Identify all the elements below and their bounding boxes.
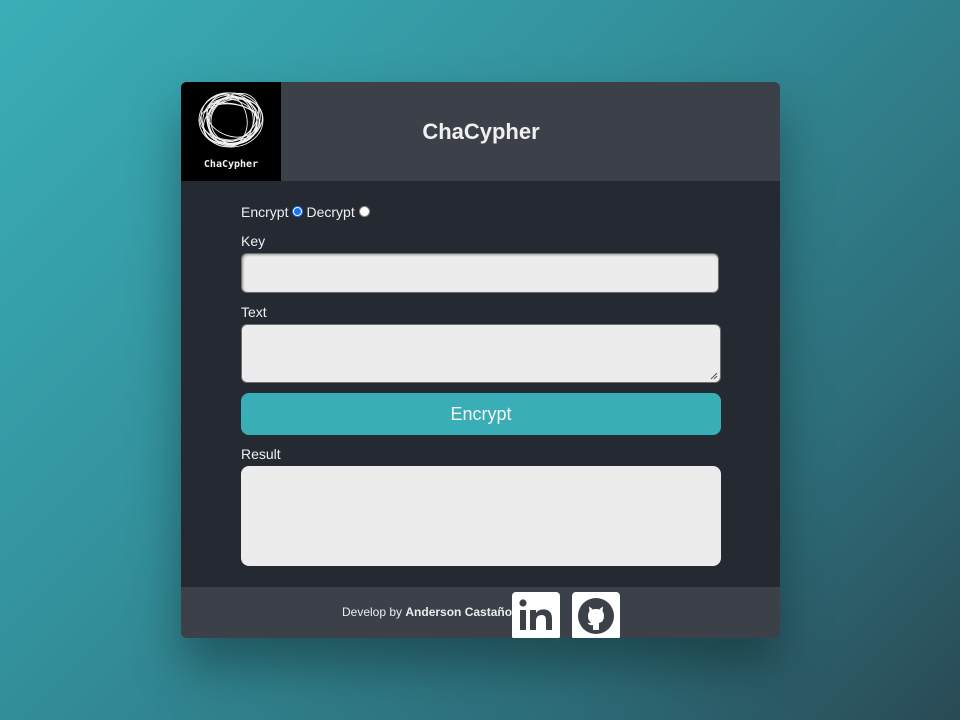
decrypt-radio-label[interactable]: Decrypt (306, 202, 354, 222)
key-label: Key (241, 233, 266, 249)
mode-selector: Encrypt Decrypt (241, 202, 721, 222)
key-input[interactable] (241, 253, 719, 293)
github-link[interactable] (572, 592, 620, 638)
author-name: Anderson Castaño (405, 605, 513, 619)
footer: Develop by Anderson Castaño (181, 587, 780, 638)
credit-prefix: Develop by (342, 605, 406, 619)
app-logo: ChaCypher (181, 82, 281, 181)
cipher-form: Encrypt Decrypt Key Text Encrypt Result (241, 202, 721, 566)
encrypt-radio[interactable] (292, 205, 304, 217)
result-output[interactable] (241, 466, 721, 566)
developer-credit: Develop by Anderson Castaño (342, 587, 512, 638)
encrypt-radio-label[interactable]: Encrypt (241, 202, 288, 222)
scribble-logo-icon (198, 92, 264, 148)
result-label: Result (241, 446, 281, 462)
app-card: ChaCypher ChaCypher Encrypt Decrypt Key … (181, 82, 780, 638)
app-title: ChaCypher (422, 119, 540, 144)
text-label: Text (241, 304, 267, 320)
text-input[interactable] (241, 324, 721, 383)
linkedin-link[interactable] (512, 592, 560, 638)
linkedin-icon (519, 599, 552, 630)
app-header: ChaCypher ChaCypher (181, 82, 780, 181)
resize-grip-icon[interactable] (710, 372, 718, 380)
github-icon (578, 598, 614, 634)
logo-text: ChaCypher (203, 159, 259, 170)
encrypt-button[interactable]: Encrypt (241, 393, 721, 435)
decrypt-radio[interactable] (358, 205, 370, 217)
